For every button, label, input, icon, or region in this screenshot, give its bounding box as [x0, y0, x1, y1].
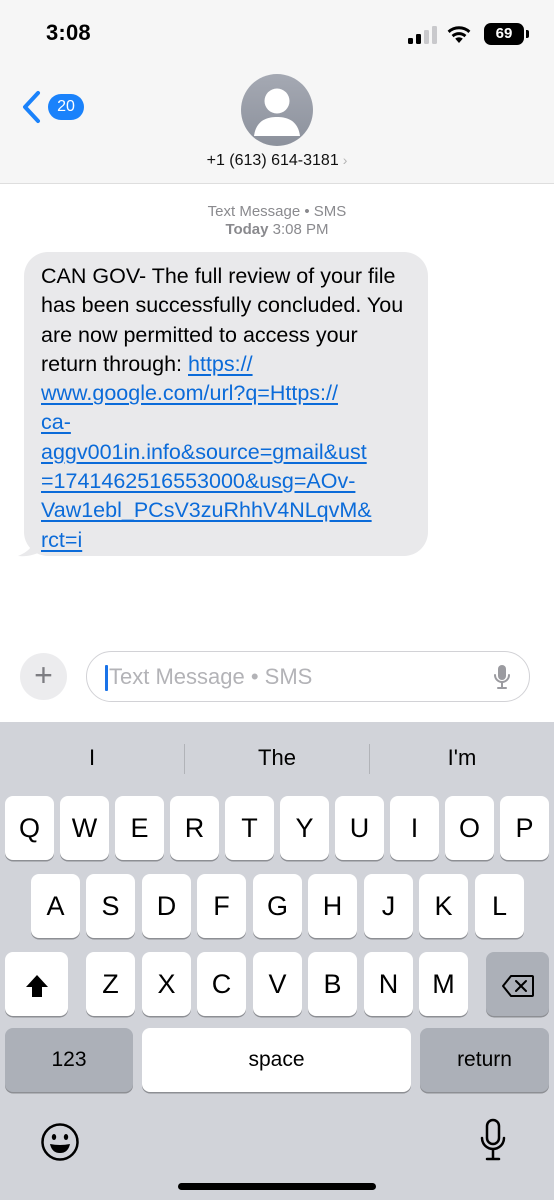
prediction-suggestion[interactable]: I: [0, 740, 184, 776]
space-key[interactable]: space: [142, 1028, 411, 1092]
message-link[interactable]: aggv001in.info&source=gmail&ust: [41, 440, 367, 464]
key-letter[interactable]: I: [390, 796, 439, 860]
key-letter[interactable]: P: [500, 796, 549, 860]
message-link-line: aggv001in.info&source=gmail&ust: [41, 438, 414, 467]
prediction-suggestion[interactable]: I'm: [370, 740, 554, 776]
back-button[interactable]: 20: [20, 88, 90, 128]
delete-key[interactable]: [486, 952, 549, 1016]
key-letter[interactable]: F: [197, 874, 246, 938]
cellular-signal-icon: [408, 26, 437, 44]
shift-arrow-icon: [25, 974, 48, 997]
key-letter[interactable]: U: [335, 796, 384, 860]
key-letter[interactable]: O: [445, 796, 494, 860]
message-input-field[interactable]: Text Message • SMS: [86, 651, 530, 702]
message-text-line: CAN GOV- The full review of your file: [41, 264, 396, 288]
keyboard: I The I'm Q W E R T Y U I O P A S D F G …: [0, 722, 554, 1200]
key-letter[interactable]: K: [419, 874, 468, 938]
message-text-line: has been successfully concluded. You: [41, 293, 404, 318]
messages-screen: 3:08 69 20 +1 (613) 614-3181 › Text Mess…: [0, 0, 554, 1200]
key-letter[interactable]: J: [364, 874, 413, 938]
key-letter[interactable]: B: [308, 952, 357, 1016]
shift-key[interactable]: [5, 952, 68, 1016]
message-link-line: Vaw1ebl_PCsV3zuRhhV4NLqvM&: [41, 496, 414, 525]
received-message-bubble[interactable]: CAN GOV- The full review of your file ha…: [24, 252, 428, 556]
message-link-line: www.google.com/url?q=Https://: [41, 379, 414, 408]
contact-name-button[interactable]: +1 (613) 614-3181 ›: [0, 152, 554, 170]
message-text-segment: return through:: [41, 351, 189, 376]
message-link[interactable]: Vaw1ebl_PCsV3zuRhhV4NLqvM&: [41, 498, 372, 522]
key-letter[interactable]: A: [31, 874, 80, 938]
battery-icon: 69: [484, 23, 529, 45]
key-letter[interactable]: Z: [86, 952, 135, 1016]
message-link-line: =1741462516553000&usg=AOv-: [41, 467, 414, 496]
backspace-icon: [501, 974, 534, 997]
status-time: 3:08: [46, 20, 91, 45]
message-text-line: are now permitted to access your: [41, 322, 358, 347]
conversation-header: 3:08 69 20 +1 (613) 614-3181 ›: [0, 0, 554, 184]
key-letter[interactable]: T: [225, 796, 274, 860]
message-link[interactable]: https://: [188, 352, 253, 376]
message-link-line: ca-: [41, 408, 414, 437]
key-letter[interactable]: S: [86, 874, 135, 938]
key-letter[interactable]: N: [364, 952, 413, 1016]
timestamp-time: 3:08 PM: [272, 221, 329, 238]
contact-name: +1 (613) 614-3181: [206, 152, 339, 169]
message-link[interactable]: www.google.com/url?q=Https://: [41, 381, 338, 405]
predictive-text-bar: I The I'm: [0, 722, 554, 794]
key-letter[interactable]: X: [142, 952, 191, 1016]
return-key[interactable]: return: [420, 1028, 549, 1092]
contact-avatar[interactable]: [241, 74, 313, 146]
key-letter[interactable]: H: [308, 874, 357, 938]
chevron-left-icon: [23, 91, 40, 123]
person-silhouette-icon: [254, 88, 300, 136]
message-timestamp: Today 3:08 PM: [0, 221, 554, 239]
timestamp-day: Today: [225, 221, 269, 238]
key-letter[interactable]: D: [142, 874, 191, 938]
key-letter[interactable]: Q: [5, 796, 54, 860]
emoji-icon[interactable]: [40, 1122, 80, 1162]
message-text-line: return through: https://: [41, 350, 414, 379]
message-link-line: rct=i: [41, 526, 414, 555]
message-input-placeholder: Text Message • SMS: [109, 664, 313, 689]
key-letter[interactable]: G: [253, 874, 302, 938]
unread-count-badge: 20: [48, 94, 84, 120]
home-indicator[interactable]: [178, 1183, 376, 1190]
microphone-icon[interactable]: [493, 664, 511, 690]
key-letter[interactable]: V: [253, 952, 302, 1016]
key-letter[interactable]: W: [60, 796, 109, 860]
key-letter[interactable]: R: [170, 796, 219, 860]
text-cursor: [105, 665, 108, 691]
numbers-key[interactable]: 123: [5, 1028, 133, 1092]
key-letter[interactable]: Y: [280, 796, 329, 860]
prediction-suggestion[interactable]: The: [185, 740, 369, 776]
key-letter[interactable]: L: [475, 874, 524, 938]
message-link[interactable]: =1741462516553000&usg=AOv-: [41, 469, 355, 493]
dictation-microphone-icon[interactable]: [480, 1118, 506, 1164]
message-link[interactable]: rct=i: [41, 528, 82, 552]
status-indicators: 69: [398, 23, 529, 49]
message-link[interactable]: ca-: [41, 410, 71, 434]
apps-plus-button[interactable]: +: [20, 653, 67, 700]
key-letter[interactable]: C: [197, 952, 246, 1016]
key-letter[interactable]: E: [115, 796, 164, 860]
service-label: Text Message • SMS: [207, 203, 347, 220]
key-letter[interactable]: M: [419, 952, 468, 1016]
wifi-icon: [447, 26, 471, 43]
chevron-right-icon: ›: [342, 152, 348, 168]
